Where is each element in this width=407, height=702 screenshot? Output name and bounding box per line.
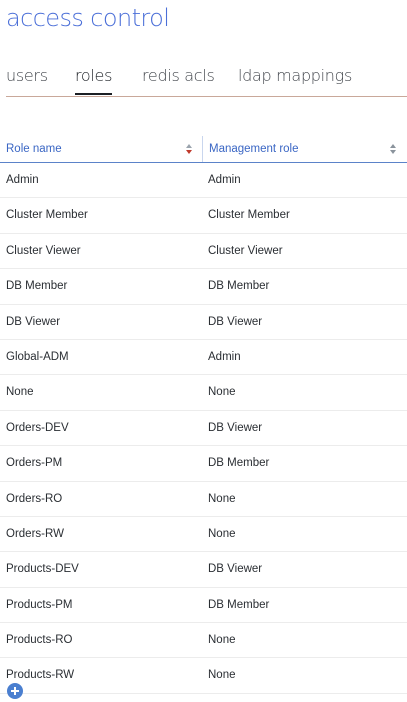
- page-title: access control: [6, 4, 170, 32]
- management-role-cell: DB Member: [208, 457, 270, 470]
- role-name-cell: Orders-RO: [6, 492, 63, 505]
- tab-users[interactable]: users: [6, 66, 48, 86]
- table-row[interactable]: Orders-DEV DB Viewer: [0, 411, 407, 447]
- management-role-cell: DB Viewer: [208, 315, 263, 328]
- table-row[interactable]: Cluster Viewer Cluster Viewer: [0, 234, 407, 270]
- table-row[interactable]: Products-RO None: [0, 623, 407, 659]
- table-row[interactable]: Orders-RO None: [0, 482, 407, 517]
- management-role-cell: DB Member: [208, 280, 270, 293]
- table-row[interactable]: None None: [0, 375, 407, 411]
- role-name-cell: Products-DEV: [6, 563, 79, 576]
- table-row[interactable]: DB Member DB Member: [0, 269, 407, 305]
- sort-descending-icon[interactable]: [186, 144, 192, 154]
- role-name-cell: Cluster Viewer: [6, 244, 81, 257]
- management-role-cell: None: [208, 386, 236, 399]
- table-row[interactable]: Global-ADM Admin: [0, 340, 407, 376]
- management-role-cell: Admin: [208, 174, 241, 186]
- role-name-cell: Products-PM: [6, 598, 73, 611]
- table-row[interactable]: Admin Admin: [0, 163, 407, 199]
- management-role-cell: None: [208, 634, 236, 647]
- role-name-cell: Orders-RW: [6, 527, 64, 540]
- column-header-label: Management role: [209, 143, 299, 155]
- management-role-cell: Cluster Viewer: [208, 244, 283, 257]
- tab-roles[interactable]: roles: [75, 66, 112, 95]
- table-header: Role name Management role: [0, 136, 407, 163]
- tab-ldap-mappings[interactable]: ldap mappings: [238, 66, 352, 86]
- table-row[interactable]: Cluster Member Cluster Member: [0, 198, 407, 234]
- role-name-cell: Products-RO: [6, 634, 73, 647]
- management-role-cell: DB Member: [208, 598, 270, 611]
- management-role-cell: Admin: [208, 350, 241, 363]
- role-name-cell: Global-ADM: [6, 350, 69, 363]
- column-header-management-role[interactable]: Management role: [202, 136, 404, 162]
- table-row[interactable]: Orders-PM DB Member: [0, 446, 407, 482]
- management-role-cell: DB Viewer: [208, 563, 263, 576]
- table-body: Admin Admin Cluster Member Cluster Member Cl…: [0, 163, 407, 694]
- management-role-cell: None: [208, 527, 236, 540]
- management-role-cell: None: [208, 669, 236, 682]
- roles-table: Role name Management role Admin Admin Clus…: [0, 136, 407, 694]
- column-header-role-name[interactable]: Role name: [0, 136, 200, 162]
- tab-bar: users roles redis acls ldap mappings: [6, 66, 407, 97]
- role-name-cell: DB Member: [6, 280, 68, 293]
- add-role-button[interactable]: [7, 683, 23, 699]
- management-role-cell: Cluster Member: [208, 209, 290, 222]
- table-row[interactable]: Orders-RW None: [0, 517, 407, 553]
- sort-icon[interactable]: [390, 144, 396, 154]
- management-role-cell: DB Viewer: [208, 421, 263, 434]
- column-header-label: Role name: [6, 143, 62, 155]
- role-name-cell: Orders-DEV: [6, 421, 69, 434]
- table-row[interactable]: Products-RW None: [0, 658, 407, 694]
- tab-redis-acls[interactable]: redis acls: [142, 66, 215, 86]
- role-name-cell: Admin: [6, 174, 39, 186]
- role-name-cell: Cluster Member: [6, 209, 88, 222]
- table-row[interactable]: Products-PM DB Member: [0, 588, 407, 624]
- table-row[interactable]: DB Viewer DB Viewer: [0, 305, 407, 340]
- role-name-cell: None: [6, 386, 34, 399]
- role-name-cell: Orders-PM: [6, 457, 63, 470]
- table-row[interactable]: Products-DEV DB Viewer: [0, 552, 407, 588]
- role-name-cell: DB Viewer: [6, 315, 61, 328]
- management-role-cell: None: [208, 492, 236, 505]
